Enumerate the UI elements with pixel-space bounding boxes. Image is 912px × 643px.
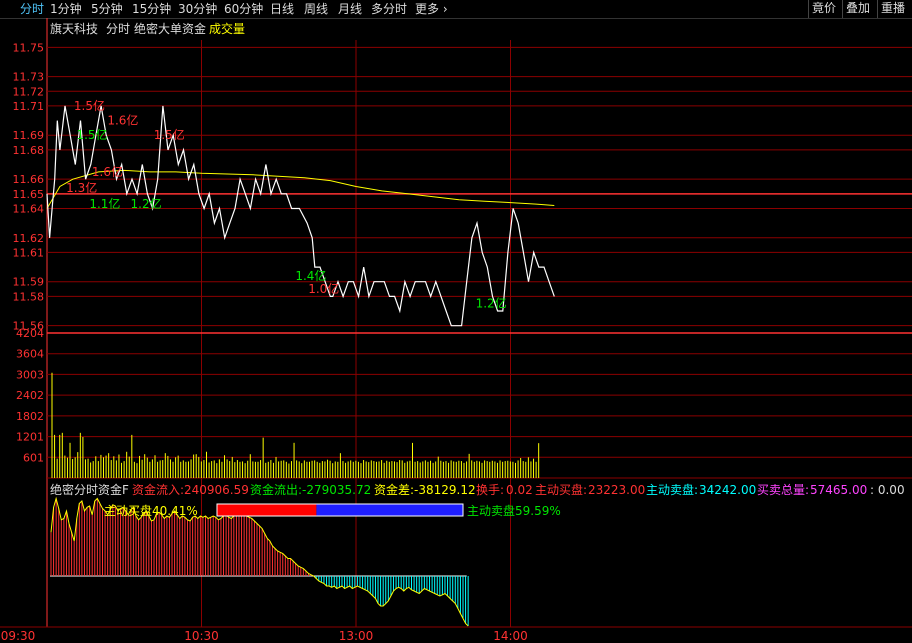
big-order-annotation: 1.3亿 bbox=[66, 180, 97, 195]
active-buy-label: 主动买盘: bbox=[535, 483, 588, 497]
price-tick-label: 11.61 bbox=[13, 246, 45, 259]
big-order-annotation: 1.2亿 bbox=[131, 196, 162, 211]
sell-ratio-label: 主动卖盘59.59% bbox=[467, 503, 561, 518]
volume-tick-label: 1802 bbox=[16, 410, 44, 423]
active-buy-value: 23223.00 bbox=[588, 483, 646, 497]
total-value: 57465.00 bbox=[810, 483, 868, 497]
active-sell-value: 34242.00 bbox=[699, 483, 757, 497]
average-price-line bbox=[46, 169, 555, 209]
turnover-value: 0.02 bbox=[506, 483, 533, 497]
big-order-annotation: 1.4亿 bbox=[295, 268, 326, 283]
inflow-value: 240906.59 bbox=[184, 483, 249, 497]
time-tick-label: 14:00 bbox=[493, 629, 528, 643]
time-tick-label: 09:30 bbox=[1, 629, 36, 643]
big-order-annotation: 1.1亿 bbox=[89, 196, 120, 211]
diff-label: 资金差: bbox=[374, 483, 415, 497]
price-line bbox=[46, 105, 555, 327]
time-tick-label: 13:00 bbox=[339, 629, 374, 643]
volume-tick-label: 3003 bbox=[16, 368, 44, 381]
intraday-chart: 11.75 11.7311.72 11.71 11.69 11.68 11.66 11.65… bbox=[0, 18, 912, 643]
buy-ratio-bar bbox=[217, 504, 317, 516]
price-tick-label: 11.72 bbox=[13, 85, 45, 98]
fund-title: 绝密分时资金F bbox=[50, 483, 129, 497]
total-label: 买卖总量: bbox=[757, 483, 810, 497]
outflow-label: 资金流出: bbox=[250, 483, 303, 497]
big-order-annotation: 1.6亿 bbox=[92, 164, 123, 179]
price-tick-label: 11.73 bbox=[13, 71, 45, 84]
price-tick-label: 11.62 bbox=[13, 232, 45, 245]
big-order-annotation: 1.6亿 bbox=[107, 113, 138, 128]
big-order-annotation: 1.5亿 bbox=[74, 98, 105, 113]
price-tick-label: 11.66 bbox=[13, 173, 45, 186]
inflow-label: 资金流入: bbox=[132, 483, 185, 497]
price-tick-label: 11.69 bbox=[13, 129, 45, 142]
sell-ratio-bar bbox=[316, 504, 463, 516]
outflow-value: -279035.72 bbox=[302, 483, 372, 497]
price-tick-label: 11.71 bbox=[13, 100, 45, 113]
turnover-label: 换手: bbox=[476, 483, 505, 497]
volume-tick-label: 2402 bbox=[16, 389, 44, 402]
extra-value: : 0.00 bbox=[870, 483, 905, 497]
big-order-annotation: 1.0亿 bbox=[308, 281, 339, 296]
volume-tick-label: 3604 bbox=[16, 348, 44, 361]
price-tick-label: 11.58 bbox=[13, 290, 45, 303]
buy-ratio-label: 主动买盘40.41% bbox=[104, 503, 198, 518]
volume-tick-label: 601 bbox=[23, 451, 44, 464]
volume-tick-label: 1201 bbox=[16, 431, 44, 444]
price-tick-label: 11.68 bbox=[13, 144, 45, 157]
big-order-annotation: 1.5亿 bbox=[154, 127, 185, 142]
diff-value: -38129.12 bbox=[414, 483, 476, 497]
price-tick-label: 11.59 bbox=[13, 276, 45, 289]
active-sell-label: 主动卖盘: bbox=[646, 483, 699, 497]
price-tick-label: 11.75 bbox=[13, 41, 45, 54]
volume-tick-label: 4204 bbox=[16, 327, 44, 340]
price-tick-label: 11.65 bbox=[13, 188, 45, 201]
time-tick-label: 10:30 bbox=[184, 629, 219, 643]
price-tick-label: 11.64 bbox=[13, 202, 45, 215]
big-order-annotation: 1.5亿 bbox=[76, 127, 107, 142]
big-order-annotation: 1.2亿 bbox=[476, 296, 507, 311]
